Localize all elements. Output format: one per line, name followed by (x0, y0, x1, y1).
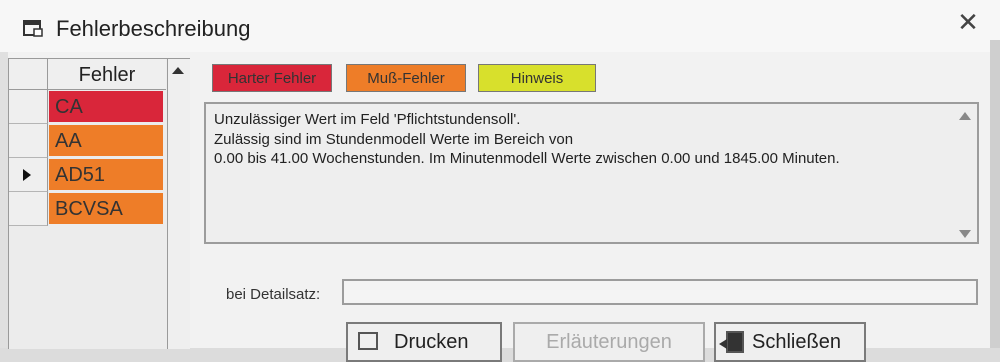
scroll-up-icon[interactable] (959, 112, 971, 120)
scroll-up-icon[interactable] (172, 67, 184, 74)
current-row-arrow-icon (23, 169, 31, 181)
description-scrollbar[interactable] (953, 104, 977, 242)
legend-hint: Hinweis (478, 64, 596, 92)
table-row[interactable]: AA (9, 124, 167, 158)
error-description-dialog: Fehlerbeschreibung ✕ Fehler CA AA AD51 B… (0, 0, 1000, 362)
row-indicator (9, 124, 48, 158)
description-line: 0.00 bis 41.00 Wochenstunden. Im Minuten… (214, 150, 840, 167)
close-button[interactable]: Schließen (714, 322, 866, 362)
grid-scrollbar[interactable] (167, 59, 190, 349)
row-indicator (9, 158, 48, 192)
table-row[interactable]: AD51 (9, 158, 167, 192)
grid-header-fehler[interactable]: Fehler (48, 59, 166, 90)
error-code-cell[interactable]: AD51 (49, 159, 163, 190)
row-indicator (9, 90, 48, 124)
legend-hard-error: Harter Fehler (212, 64, 332, 92)
exit-door-icon (719, 331, 744, 353)
error-code-cell[interactable]: BCVSA (49, 193, 163, 224)
print-button-label: Drucken (394, 331, 469, 353)
error-code-cell[interactable]: CA (49, 91, 163, 122)
description-text-area[interactable]: Unzulässiger Wert im Feld 'Pflichtstunde… (204, 102, 979, 244)
window-edge-right (990, 40, 1000, 348)
description-line: Unzulässiger Wert im Feld 'Pflichtstunde… (214, 111, 521, 128)
print-button[interactable]: Drucken (346, 322, 502, 362)
window-title: Fehlerbeschreibung (56, 16, 251, 41)
grid-header-indicator (9, 59, 48, 90)
detail-label: bei Detailsatz: (226, 286, 321, 303)
table-row[interactable]: BCVSA (9, 192, 167, 226)
window-edge-left (0, 52, 8, 348)
explanations-button[interactable]: Erläuterungen (513, 322, 705, 362)
error-code-cell[interactable]: AA (49, 125, 163, 156)
error-grid[interactable]: Fehler CA AA AD51 BCVSA (8, 58, 190, 349)
legend-must-error: Muß-Fehler (346, 64, 466, 92)
title-bar: Fehlerbeschreibung ✕ (0, 0, 1000, 52)
printer-icon (358, 332, 378, 350)
close-icon[interactable]: ✕ (952, 6, 984, 38)
description-line: Zulässig sind im Stundenmodell Werte im … (214, 131, 574, 148)
dialog-icon (23, 20, 43, 37)
row-indicator (9, 192, 48, 226)
table-row[interactable]: CA (9, 90, 167, 124)
scroll-down-icon[interactable] (959, 230, 971, 238)
detail-field[interactable] (342, 279, 978, 305)
close-button-label: Schließen (752, 331, 841, 353)
